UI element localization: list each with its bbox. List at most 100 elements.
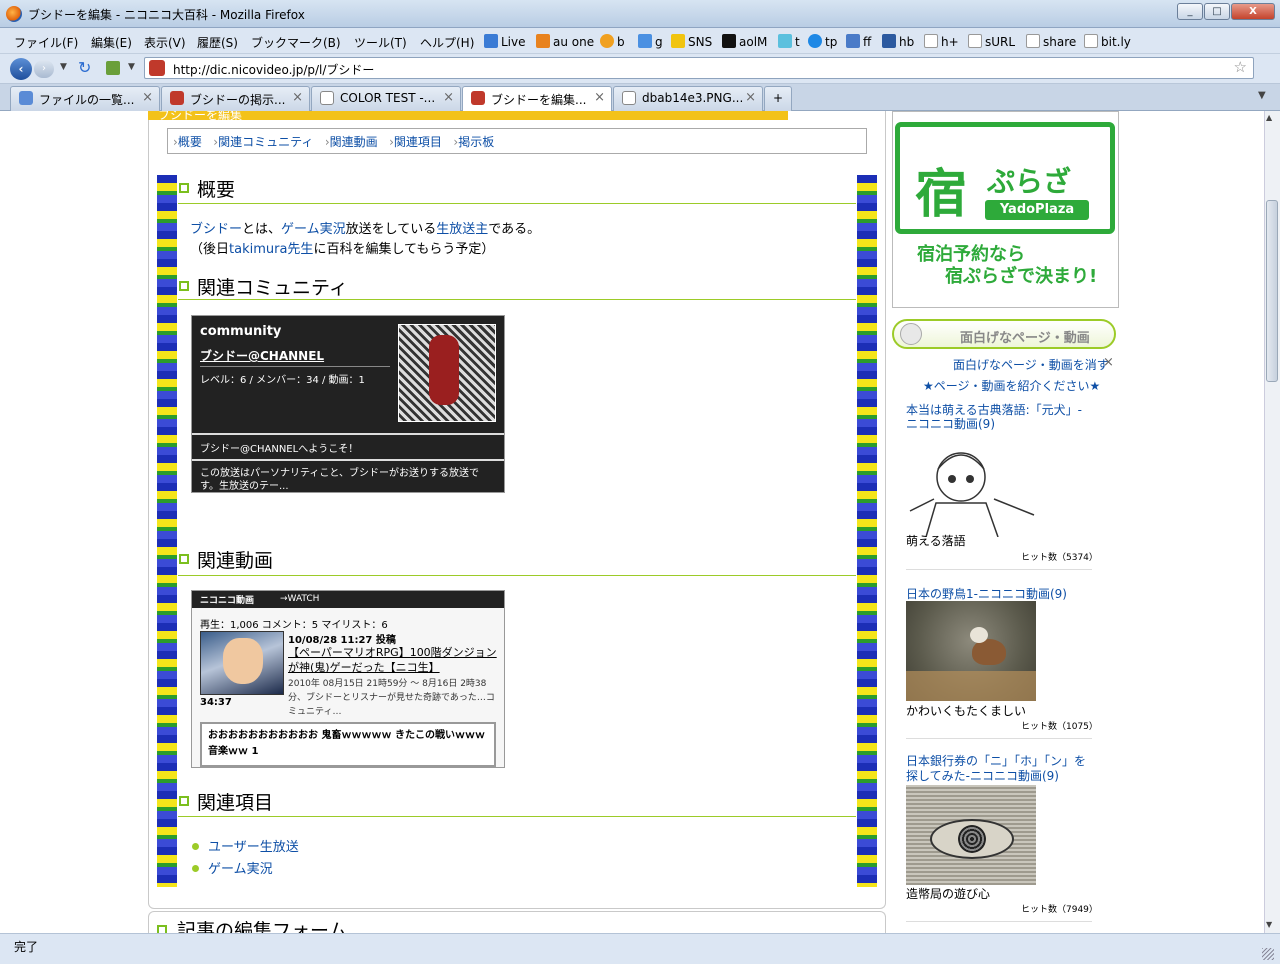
community-name[interactable]: ブシドー@CHANNEL — [200, 347, 324, 364]
bookmark-b[interactable]: b — [600, 34, 625, 49]
toc-summary[interactable]: 概要 — [178, 135, 202, 149]
page-icon — [622, 91, 636, 105]
community-card[interactable]: community ブシドー@CHANNEL レベル：6 / メンバー：34 /… — [191, 315, 505, 493]
community-heading: 関連コミュニティ — [197, 277, 348, 299]
tab-file-list[interactable]: ファイルの一覧... × — [10, 86, 160, 111]
community-stats: レベル：6 / メンバー：34 / 動画：1 — [200, 375, 365, 386]
history-dropdown-icon[interactable]: ▼ — [60, 62, 67, 72]
star-icon[interactable]: ☆ — [1234, 58, 1247, 76]
video-thumbnail[interactable] — [200, 631, 284, 695]
bookmark-ff[interactable]: ff — [846, 34, 871, 49]
section-divider — [178, 299, 856, 300]
sidebar-entry-title[interactable]: 日本の野鳥1-ニコニコ動画(9) — [906, 585, 1092, 602]
link-game-commentary[interactable]: ゲーム実況 — [281, 222, 346, 237]
video-character — [223, 638, 263, 684]
related-item-user-live[interactable]: ユーザー生放送 — [208, 836, 299, 855]
sidebar-entry-thumbnail[interactable] — [906, 441, 1036, 538]
page-icon — [1084, 34, 1098, 48]
nicovideo-favicon — [149, 60, 165, 76]
submit-page-link[interactable]: ★ページ・動画を紹介ください★ — [923, 377, 1100, 394]
menu-edit[interactable]: 編集(E) — [91, 34, 132, 51]
tab-edit-bushido[interactable]: ブシドーを編集... × — [462, 86, 612, 112]
hide-interesting-pages-link[interactable]: 面白げなページ・動画を消す — [953, 356, 1109, 373]
video-card[interactable]: ニコニコ動画 →WATCH 再生：1,006 コメント：5 マイリスト：6 34… — [191, 590, 505, 768]
toc-videos[interactable]: 関連動画 — [330, 135, 378, 149]
menu-history[interactable]: 履歴(S) — [197, 34, 238, 51]
twitter-icon — [778, 34, 792, 48]
watch-link[interactable]: →WATCH — [280, 594, 319, 604]
community-thumbnail[interactable] — [398, 324, 496, 422]
bullet-icon — [192, 865, 199, 872]
maximize-button[interactable]: □ — [1204, 3, 1230, 20]
section-divider — [178, 575, 856, 576]
url-bar[interactable]: http://dic.nicovideo.jp/p/l/ブシドー ☆ — [144, 57, 1254, 79]
menu-bookmarks[interactable]: ブックマーク(B) — [251, 34, 341, 51]
bookmark-tp[interactable]: tp — [808, 34, 837, 49]
menu-file[interactable]: ファイル(F) — [14, 34, 78, 51]
tab-list-icon[interactable]: ▼ — [1258, 90, 1266, 101]
bookmark-auone[interactable]: au one — [536, 34, 594, 49]
bookmark-sns[interactable]: SNS — [671, 34, 712, 49]
header-bar — [148, 111, 788, 120]
close-button[interactable]: X — [1231, 3, 1275, 20]
bookmark-hb[interactable]: hb — [882, 34, 914, 49]
tab-close-icon[interactable]: × — [745, 90, 756, 105]
left-decoration-stripe — [157, 175, 177, 887]
link-bushido[interactable]: ブシドー — [190, 222, 242, 237]
tab-close-icon[interactable]: × — [142, 90, 153, 105]
bookmark-surl[interactable]: sURL — [968, 34, 1015, 49]
minimize-button[interactable]: _ — [1177, 3, 1203, 20]
link-takimura[interactable]: takimura先生 — [229, 242, 313, 257]
toc-community[interactable]: 関連コミュニティ — [218, 135, 313, 149]
home-icon[interactable] — [106, 61, 120, 75]
bookmark-t[interactable]: t — [778, 34, 800, 49]
bookmark-bitly[interactable]: bit.ly — [1084, 34, 1131, 49]
sidebar-entry-thumbnail[interactable] — [906, 785, 1036, 885]
bookmark-share[interactable]: share — [1026, 34, 1076, 49]
bookmark-g[interactable]: g — [638, 34, 663, 49]
page-icon — [19, 91, 33, 105]
url-input[interactable]: http://dic.nicovideo.jp/p/l/ブシドー — [173, 61, 374, 78]
community-divider — [192, 433, 504, 435]
videos-heading: 関連動画 — [197, 550, 274, 572]
ad-logo-kana: ぷらざ — [987, 165, 1072, 198]
video-title[interactable]: 【ペーパーマリオRPG】100階ダンジョンが神(鬼)ゲーだった【ニコ生】 — [288, 645, 498, 675]
bookmark-aolm[interactable]: aolM — [722, 34, 767, 49]
bookmark-live[interactable]: Live — [484, 34, 526, 49]
menu-tools[interactable]: ツール(T) — [354, 34, 407, 51]
hatena-icon — [882, 34, 896, 48]
close-icon[interactable]: × — [1103, 355, 1114, 370]
back-arrow-icon[interactable]: ‹ — [10, 58, 32, 80]
tab-png[interactable]: dbab14e3.PNG... × — [613, 86, 763, 111]
related-heading: 関連項目 — [197, 792, 274, 814]
tab-color-test[interactable]: COLOR TEST -... × — [311, 86, 461, 111]
toc-bbs[interactable]: 掲示板 — [458, 135, 494, 149]
sidebar-entry-title[interactable]: 日本銀行券の「ニ」「ホ」「ン」を探してみた-ニコニコ動画(9) — [906, 754, 1092, 784]
tab-bbs[interactable]: ブシドーの掲示... × — [161, 86, 310, 111]
video-stats: 再生：1,006 コメント：5 マイリスト：6 — [200, 620, 388, 631]
reload-icon[interactable]: ↻ — [78, 58, 91, 77]
new-tab-button[interactable]: + — [764, 86, 792, 111]
menu-help[interactable]: ヘルプ(H) — [420, 34, 474, 51]
link-live-broadcaster[interactable]: 生放送主 — [436, 222, 488, 237]
scroll-up-arrow-icon[interactable]: ▲ — [1266, 113, 1272, 122]
toc-related[interactable]: 関連項目 — [394, 135, 442, 149]
folder-icon — [671, 34, 685, 48]
yadoplaza-ad[interactable]: 宿 ぷらざ YadoPlaza 宿泊予約なら 宿ぷらざで決まり! — [892, 111, 1119, 308]
scrollbar-thumb[interactable] — [1266, 200, 1278, 382]
aol-icon — [722, 34, 736, 48]
tab-close-icon[interactable]: × — [594, 90, 605, 105]
nicovideo-favicon — [170, 91, 184, 105]
sidebar-entry-title[interactable]: 本当は萌える古典落語:「元犬」-ニコニコ動画(9) — [906, 403, 1092, 431]
related-item-game-commentary[interactable]: ゲーム実況 — [208, 858, 273, 877]
tab-close-icon[interactable]: × — [292, 90, 303, 105]
sidebar-entry-thumbnail[interactable] — [906, 601, 1036, 701]
scroll-down-arrow-icon[interactable]: ▼ — [1266, 920, 1272, 929]
menu-view[interactable]: 表示(V) — [144, 34, 186, 51]
tab-close-icon[interactable]: × — [443, 90, 454, 105]
summary-heading: 概要 — [197, 179, 236, 201]
resize-grip-icon[interactable] — [1262, 948, 1274, 960]
home-dropdown-icon[interactable]: ▼ — [128, 62, 135, 72]
forward-arrow-icon[interactable]: › — [34, 60, 54, 78]
bookmark-hplus[interactable]: h+ — [924, 34, 959, 49]
